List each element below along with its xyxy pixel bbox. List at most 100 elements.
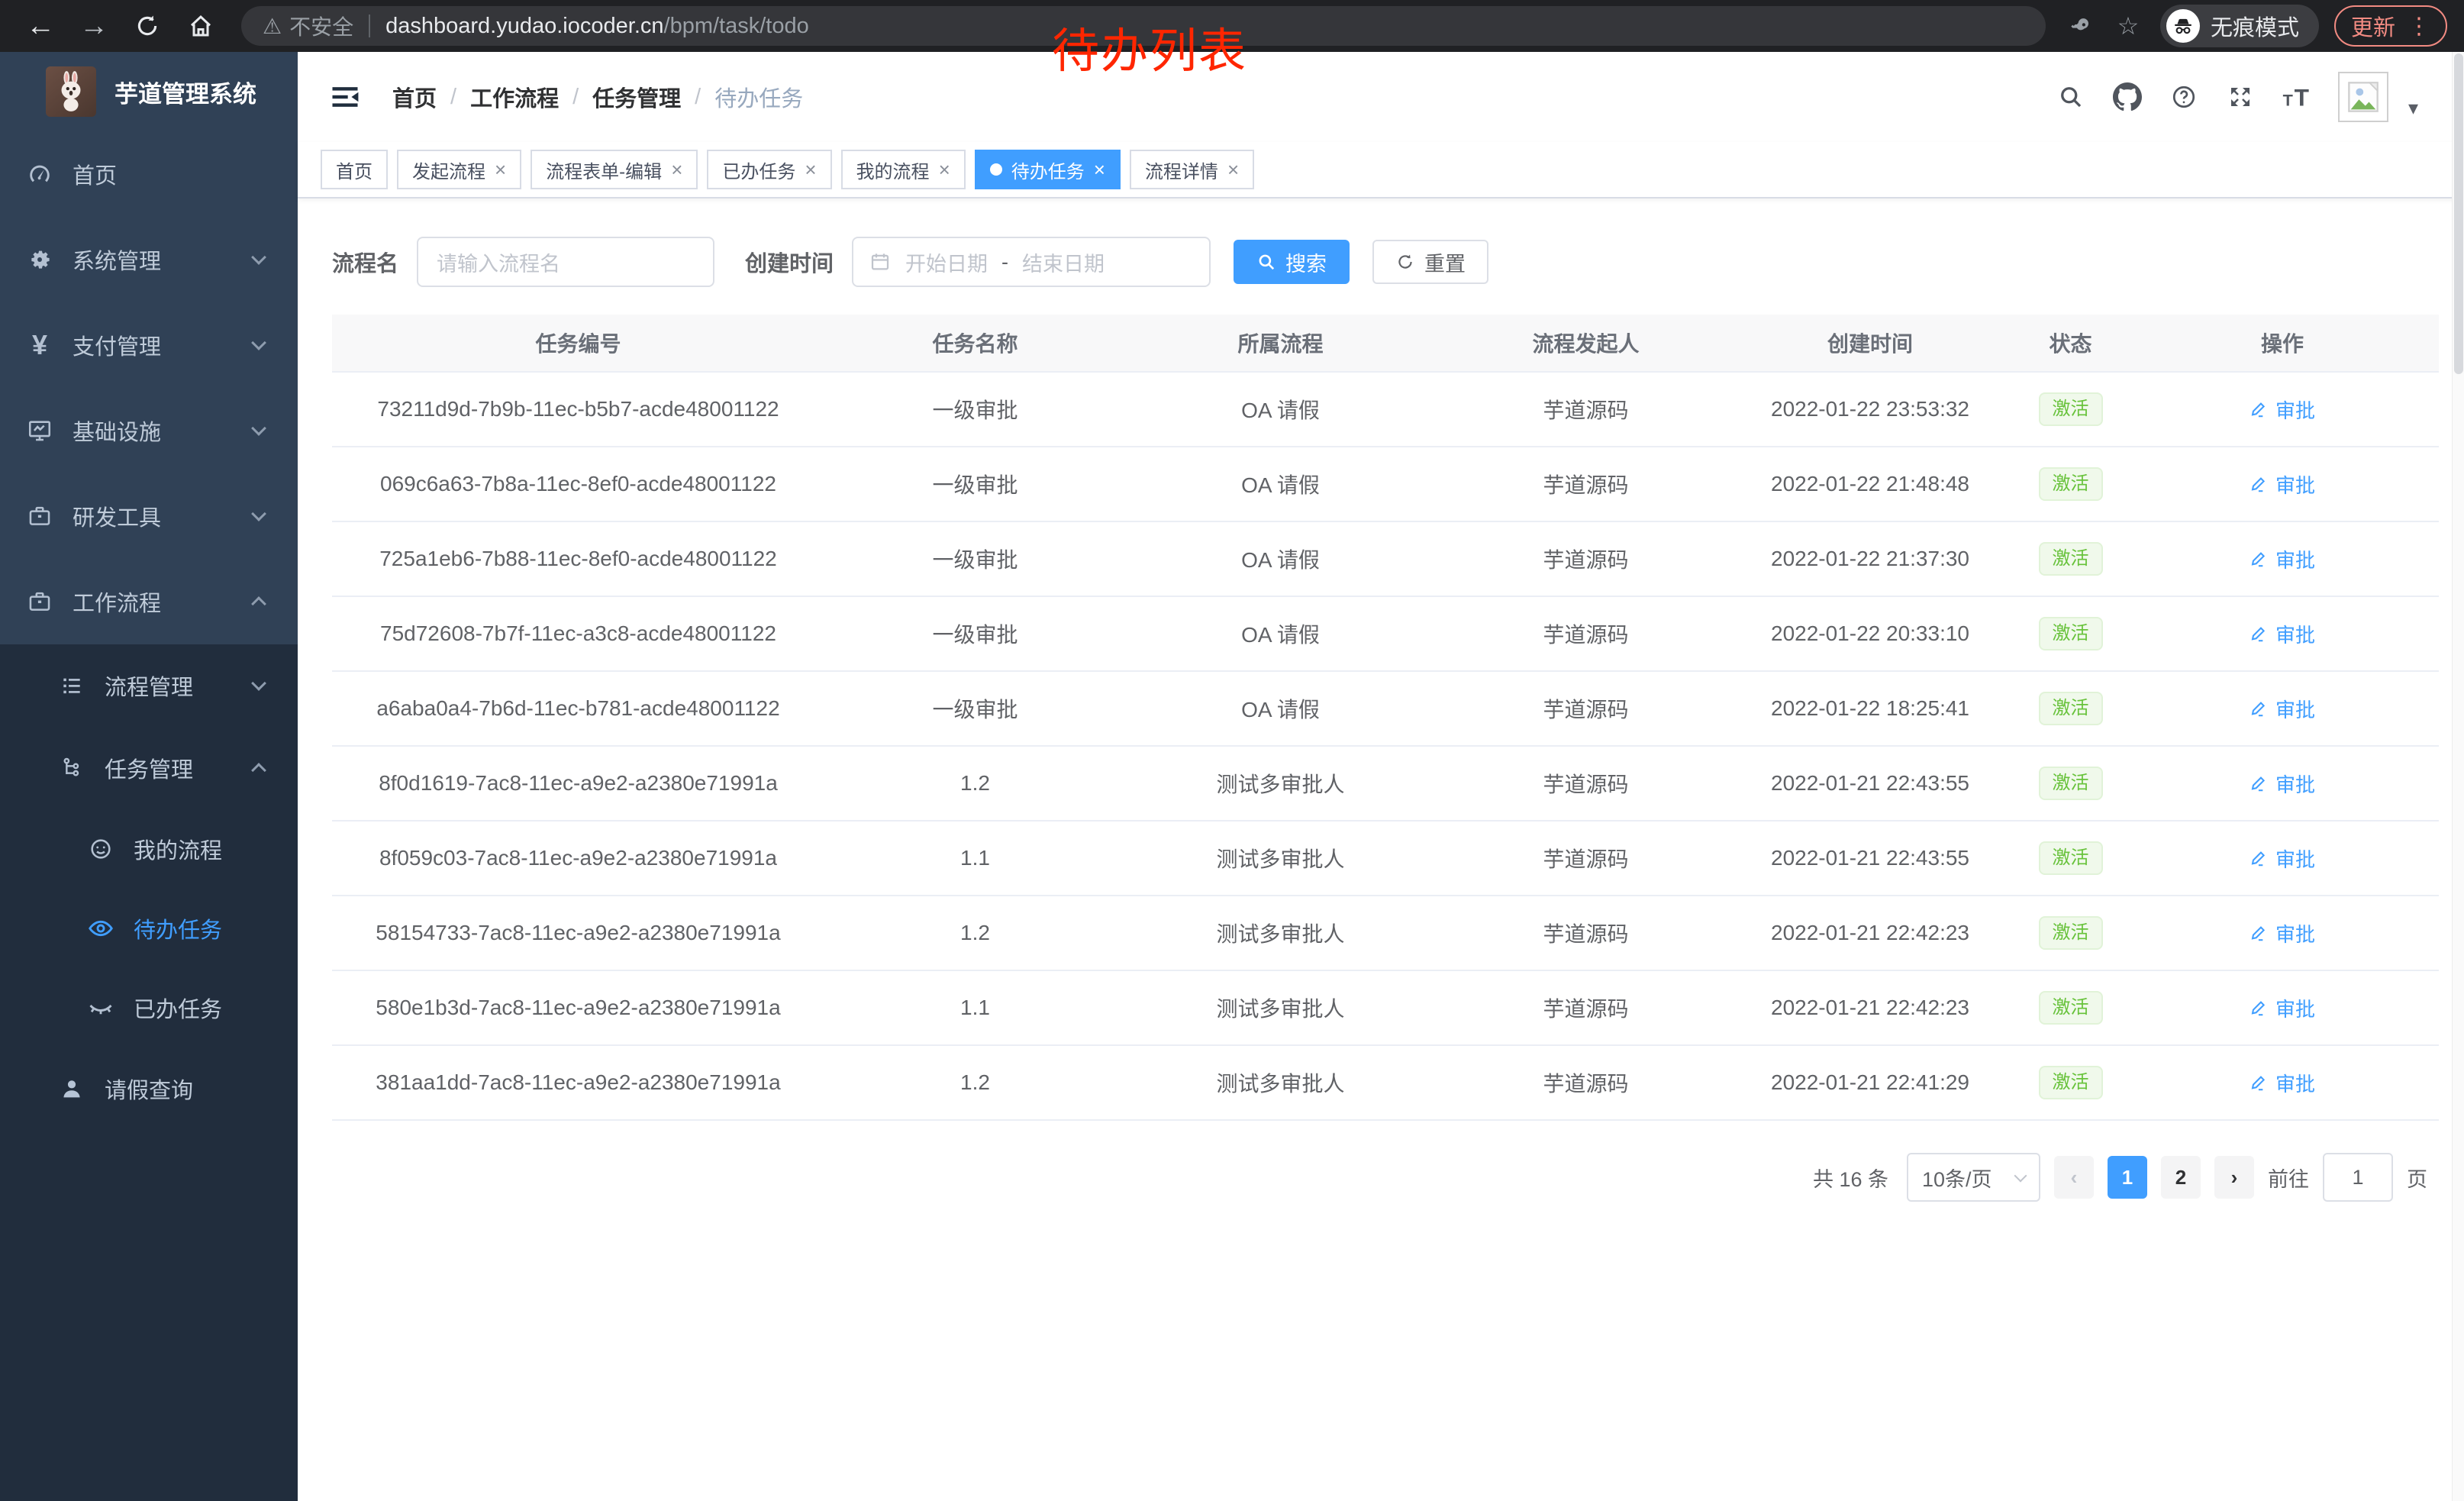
eye-open-icon (86, 914, 115, 943)
header-bar: 首页 / 工作流程 / 任务管理 / 待办任务 (298, 52, 2464, 142)
browser-menu-dots-icon[interactable]: ⋮ (2408, 13, 2430, 40)
close-icon[interactable]: × (1094, 160, 1105, 179)
cell-task-id: 381aa1dd-7ac8-11ec-a9e2-a2380e71991a (332, 1070, 824, 1095)
sidebar-item-payment[interactable]: ¥ 支付管理 (0, 302, 298, 388)
table-row: 73211d9d-7b9b-11ec-b5b7-acde48001122 一级审… (332, 373, 2439, 447)
sidebar-item-leave-query[interactable]: 请假查询 (0, 1047, 298, 1130)
prev-page-button[interactable]: ‹ (2054, 1156, 2094, 1199)
sidebar-item-label: 任务管理 (105, 752, 193, 784)
page-button-1[interactable]: 1 (2108, 1156, 2147, 1199)
app-logo-avatar (46, 66, 96, 117)
tab-home[interactable]: 首页 (321, 150, 388, 189)
github-icon[interactable] (2112, 82, 2143, 112)
workflow-submenu: 流程管理 任务管理 (0, 644, 298, 1130)
window-scrollbar[interactable] (2452, 52, 2464, 1501)
app-logo-row[interactable]: 芋道管理系统 (0, 52, 298, 131)
cell-task-id: 58154733-7ac8-11ec-a9e2-a2380e71991a (332, 921, 824, 945)
bookmark-star-icon[interactable]: ☆ (2111, 11, 2145, 40)
approve-button[interactable]: 审批 (2250, 919, 2315, 947)
sidebar-item-devtools[interactable]: 研发工具 (0, 473, 298, 559)
approve-button[interactable]: 审批 (2250, 620, 2315, 648)
tab-process-detail[interactable]: 流程详情 × (1130, 150, 1254, 189)
svg-text:T: T (2295, 84, 2309, 111)
sidebar-item-todo-tasks[interactable]: 待办任务 (0, 889, 298, 968)
approve-button[interactable]: 审批 (2250, 470, 2315, 499)
tab-label: 已办任务 (722, 157, 795, 183)
sidebar-item-infrastructure[interactable]: 基础设施 (0, 388, 298, 473)
sidebar-item-label: 支付管理 (73, 329, 161, 361)
create-time-label: 创建时间 (745, 246, 834, 278)
table-row: 381aa1dd-7ac8-11ec-a9e2-a2380e71991a 1.2… (332, 1046, 2439, 1121)
browser-reload-icon[interactable] (124, 5, 171, 47)
page-button-2[interactable]: 2 (2161, 1156, 2201, 1199)
approve-button[interactable]: 审批 (2250, 770, 2315, 798)
cell-process: OA 请假 (1126, 394, 1435, 424)
sidebar-item-workflow[interactable]: 工作流程 (0, 559, 298, 644)
sidebar-item-my-process[interactable]: 我的流程 (0, 809, 298, 889)
approve-button[interactable]: 审批 (2250, 994, 2315, 1022)
help-icon[interactable] (2169, 82, 2199, 112)
font-size-icon[interactable]: T T (2282, 82, 2312, 112)
goto-page-input[interactable]: 1 (2323, 1153, 2393, 1202)
cell-create-time: 2022-01-22 20:33:10 (1737, 621, 2004, 646)
cell-task-id: 725a1eb6-7b88-11ec-8ef0-acde48001122 (332, 547, 824, 571)
cell-create-time: 2022-01-21 22:42:23 (1737, 921, 2004, 945)
tab-done-tasks[interactable]: 已办任务 × (707, 150, 831, 189)
approve-label: 审批 (2275, 620, 2315, 648)
browser-forward-icon[interactable]: → (70, 5, 118, 47)
cell-create-time: 2022-01-22 23:53:32 (1737, 397, 2004, 421)
breadcrumb-task-management[interactable]: 任务管理 (592, 81, 681, 113)
browser-back-icon[interactable]: ← (17, 5, 64, 47)
tab-form-edit[interactable]: 流程表单-编辑 × (531, 150, 698, 189)
sidebar-item-home[interactable]: 首页 (0, 131, 298, 217)
key-icon[interactable] (2062, 14, 2096, 38)
breadcrumb-workflow[interactable]: 工作流程 (470, 81, 559, 113)
cell-create-time: 2022-01-21 22:43:55 (1737, 846, 2004, 870)
approve-button[interactable]: 审批 (2250, 844, 2315, 873)
close-icon[interactable]: × (939, 160, 950, 179)
close-icon[interactable]: × (495, 160, 506, 179)
sidebar: 芋道管理系统 首页 系统管理 (0, 52, 298, 1501)
fullscreen-icon[interactable] (2225, 82, 2256, 112)
sidebar-item-process-management[interactable]: 流程管理 (0, 644, 298, 727)
sidebar-item-system[interactable]: 系统管理 (0, 217, 298, 302)
sidebar-item-label: 流程管理 (105, 670, 193, 702)
date-range-input[interactable]: 开始日期 - 结束日期 (852, 237, 1211, 287)
approve-button[interactable]: 审批 (2250, 395, 2315, 424)
avatar-caret-icon[interactable]: ▾ (2408, 75, 2418, 120)
approve-label: 审批 (2275, 695, 2315, 723)
close-icon[interactable]: × (671, 160, 682, 179)
sidebar-item-task-management[interactable]: 任务管理 (0, 727, 298, 809)
tab-label: 待办任务 (1011, 157, 1085, 183)
browser-home-icon[interactable] (177, 5, 224, 47)
incognito-icon (2166, 9, 2200, 43)
cell-process: 测试多审批人 (1126, 1067, 1435, 1098)
next-page-button[interactable]: › (2214, 1156, 2254, 1199)
approve-button[interactable]: 审批 (2250, 1069, 2315, 1097)
update-button[interactable]: 更新 ⋮ (2334, 5, 2447, 47)
tab-todo-tasks[interactable]: 待办任务 × (975, 150, 1121, 189)
process-name-input[interactable]: 请输入流程名 (417, 237, 714, 287)
breadcrumb-home[interactable]: 首页 (392, 81, 437, 113)
status-badge: 激活 (2039, 542, 2103, 576)
approve-button[interactable]: 审批 (2250, 545, 2315, 573)
scrollbar-thumb[interactable] (2454, 53, 2463, 374)
user-icon (57, 1074, 86, 1103)
col-header-status: 状态 (2004, 328, 2137, 358)
tab-my-process[interactable]: 我的流程 × (841, 150, 966, 189)
chevron-down-icon (2014, 1170, 2027, 1183)
header-search-icon[interactable] (2056, 82, 2086, 112)
sidebar-item-done-tasks[interactable]: 已办任务 (0, 968, 298, 1047)
close-icon[interactable]: × (1227, 160, 1239, 179)
tab-start-process[interactable]: 发起流程 × (397, 150, 521, 189)
search-button[interactable]: 搜索 (1234, 240, 1350, 284)
cell-task-id: a6aba0a4-7b6d-11ec-b781-acde48001122 (332, 696, 824, 721)
annotation-overlay-text: 待办列表 (1052, 12, 1247, 81)
cell-create-time: 2022-01-22 18:25:41 (1737, 696, 2004, 721)
page-size-select[interactable]: 10条/页 (1907, 1153, 2040, 1202)
approve-button[interactable]: 审批 (2250, 695, 2315, 723)
avatar[interactable] (2338, 72, 2388, 122)
reset-button[interactable]: 重置 (1372, 240, 1488, 284)
close-icon[interactable]: × (805, 160, 816, 179)
sidebar-collapse-icon[interactable] (328, 80, 362, 114)
